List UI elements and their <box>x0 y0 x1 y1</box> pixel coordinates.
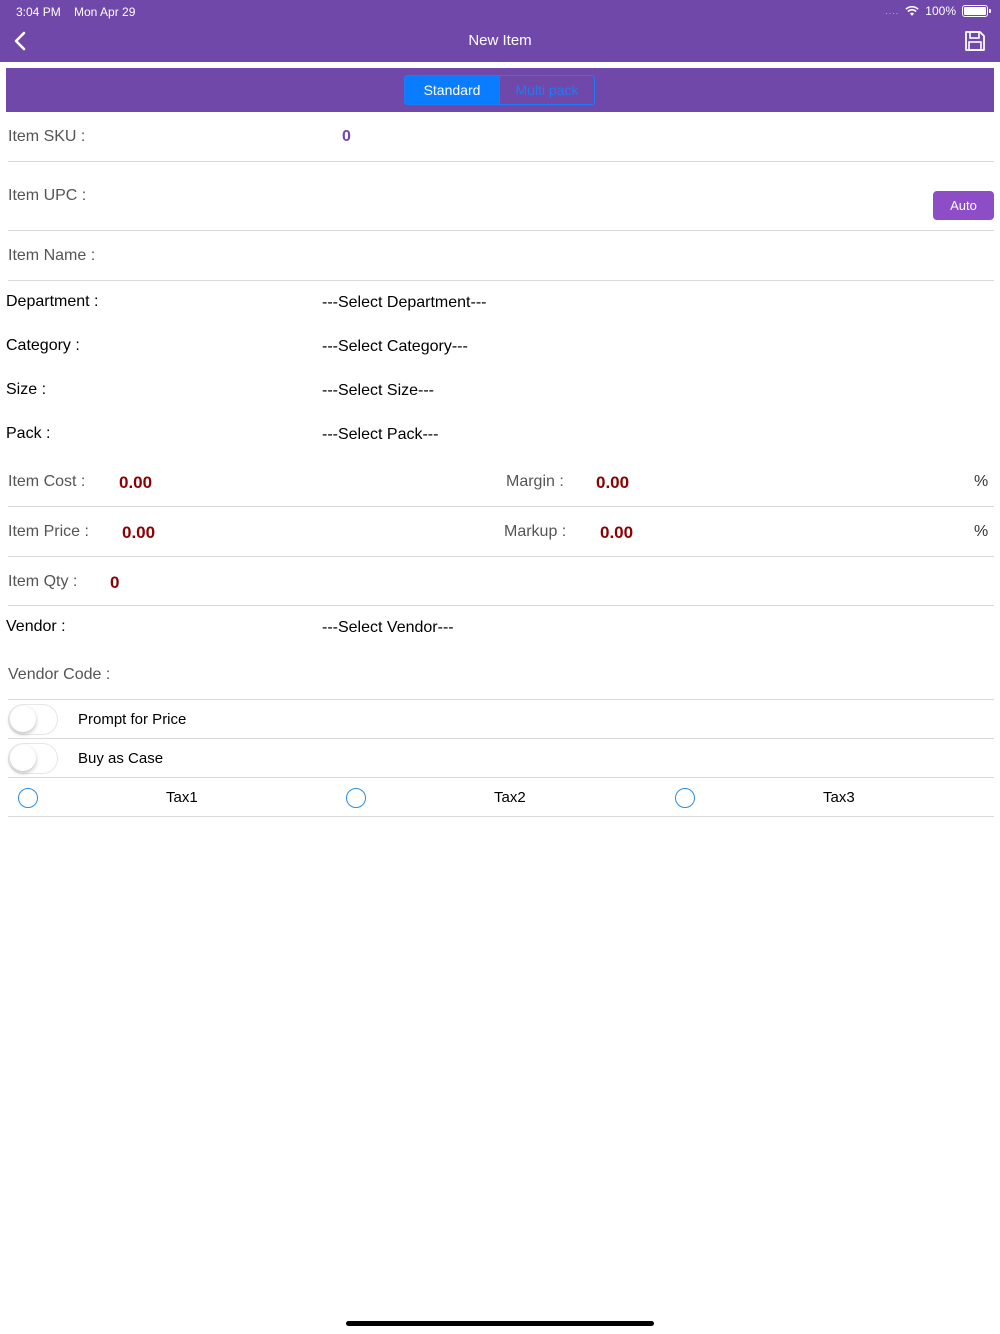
item-upc-label: Item UPC : <box>8 187 87 204</box>
auto-upc-button[interactable]: Auto <box>933 191 994 220</box>
margin-label: Margin : <box>506 473 564 490</box>
tax3-label: Tax3 <box>823 789 855 806</box>
pack-select[interactable]: ---Select Pack--- <box>322 426 438 444</box>
markup-percent-unit: % <box>974 523 989 540</box>
battery-icon <box>962 5 991 17</box>
margin-input[interactable]: 0.00 <box>596 473 629 493</box>
tax1-label: Tax1 <box>166 789 198 806</box>
divider <box>8 556 994 557</box>
vendor-code-label: Vendor Code : <box>8 666 111 683</box>
status-date: Mon Apr 29 <box>74 5 136 19</box>
vendor-code-input[interactable] <box>130 656 990 694</box>
status-time: 3:04 PM <box>16 5 61 19</box>
markup-input[interactable]: 0.00 <box>600 523 633 543</box>
tax2-radio[interactable] <box>346 788 366 808</box>
tax2-label: Tax2 <box>494 789 526 806</box>
department-label: Department : <box>6 293 99 310</box>
divider <box>8 506 994 507</box>
divider <box>8 161 994 162</box>
segment-standard[interactable]: Standard <box>405 76 499 104</box>
toggle-knob <box>10 745 36 771</box>
battery-percent: 100% <box>925 4 956 18</box>
item-type-segmented-control: Standard Multi pack <box>404 75 595 105</box>
item-price-label: Item Price : <box>8 523 89 540</box>
pack-label: Pack : <box>6 425 51 442</box>
tax1-radio[interactable] <box>18 788 38 808</box>
item-cost-label: Item Cost : <box>8 473 86 490</box>
tax3-radio[interactable] <box>675 788 695 808</box>
item-sku-value: 0 <box>342 128 351 145</box>
navigation-header: 3:04 PM Mon Apr 29 .... 100% New Item <box>0 0 1000 62</box>
item-upc-input[interactable] <box>120 176 920 220</box>
margin-percent-unit: % <box>974 473 989 490</box>
item-cost-input[interactable]: 0.00 <box>119 473 152 493</box>
vendor-select[interactable]: ---Select Vendor--- <box>322 619 454 637</box>
segment-bar: Standard Multi pack <box>6 68 994 112</box>
category-label: Category : <box>6 337 80 354</box>
prompt-for-price-label: Prompt for Price <box>78 711 187 728</box>
page-title: New Item <box>468 32 532 49</box>
signal-indicator: .... <box>885 6 900 16</box>
vendor-label: Vendor : <box>6 618 66 635</box>
item-sku-label: Item SKU : <box>8 128 86 145</box>
department-select[interactable]: ---Select Department--- <box>322 294 486 312</box>
divider <box>8 230 994 231</box>
item-price-input[interactable]: 0.00 <box>122 523 155 543</box>
divider <box>8 699 994 700</box>
item-qty-input[interactable]: 0 <box>110 573 119 593</box>
divider <box>8 738 994 739</box>
toggle-knob <box>10 706 36 732</box>
category-select[interactable]: ---Select Category--- <box>322 338 468 356</box>
item-name-input[interactable] <box>120 236 990 276</box>
buy-as-case-toggle[interactable] <box>8 743 58 774</box>
save-icon[interactable] <box>964 30 986 52</box>
size-select[interactable]: ---Select Size--- <box>322 382 434 400</box>
size-label: Size : <box>6 381 47 398</box>
segment-multi-pack[interactable]: Multi pack <box>499 76 594 104</box>
home-indicator[interactable] <box>346 1321 654 1326</box>
divider <box>8 280 994 281</box>
markup-label: Markup : <box>504 523 567 540</box>
divider <box>8 816 994 817</box>
buy-as-case-label: Buy as Case <box>78 750 164 767</box>
wifi-icon <box>905 5 919 16</box>
item-name-label: Item Name : <box>8 247 96 264</box>
divider <box>8 777 994 778</box>
status-indicators: .... 100% <box>885 4 991 18</box>
divider <box>8 605 994 606</box>
prompt-for-price-toggle[interactable] <box>8 704 58 735</box>
item-qty-label: Item Qty : <box>8 573 78 590</box>
